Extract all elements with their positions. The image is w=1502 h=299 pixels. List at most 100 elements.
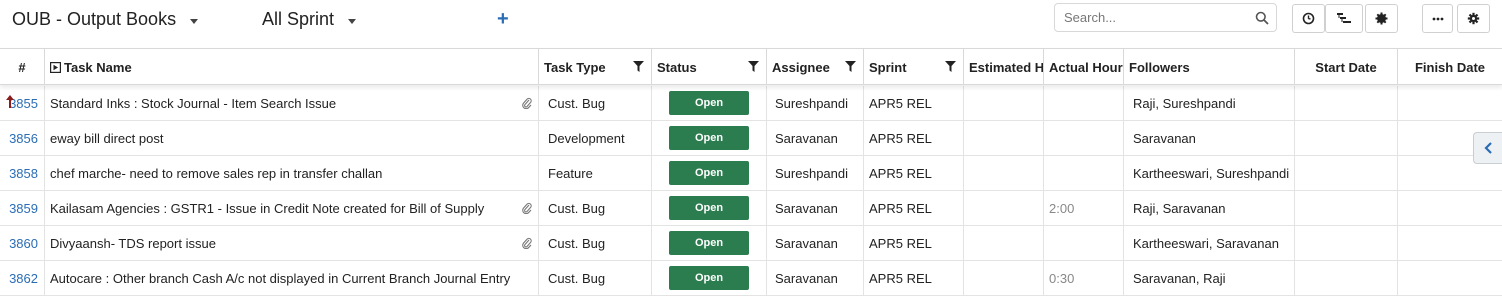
hierarchy-button[interactable] [1325, 4, 1363, 33]
column-header-task-type[interactable]: Task Type [539, 49, 652, 85]
status-cell[interactable]: Open [652, 191, 767, 225]
estimated-hours-cell[interactable] [964, 261, 1044, 295]
status-cell[interactable]: Open [652, 261, 767, 295]
task-id-link[interactable]: 3856 [9, 131, 38, 146]
start-date-cell[interactable] [1295, 86, 1398, 120]
assignee-cell[interactable]: Saravanan [767, 121, 864, 155]
assignee-cell[interactable]: Sureshpandi [767, 156, 864, 190]
sprint-cell[interactable]: APR5 REL [864, 191, 964, 225]
task-name[interactable]: Kailasam Agencies : GSTR1 - Issue in Cre… [50, 201, 484, 216]
paperclip-icon[interactable] [522, 202, 532, 214]
sprint-selector[interactable]: All Sprint [262, 9, 357, 30]
finish-date-cell[interactable] [1398, 191, 1502, 225]
finish-date-cell[interactable] [1398, 86, 1502, 120]
more-button[interactable] [1422, 4, 1453, 33]
task-name[interactable]: Autocare : Other branch Cash A/c not dis… [50, 271, 510, 286]
actual-hours-cell[interactable]: 2:00 [1044, 191, 1124, 225]
estimated-hours-cell[interactable] [964, 86, 1044, 120]
status-cell[interactable]: Open [652, 156, 767, 190]
actual-hours-cell[interactable] [1044, 226, 1124, 260]
task-id-link[interactable]: 3859 [9, 201, 38, 216]
table-row[interactable]: 3856 eway bill direct post Development O… [0, 121, 1502, 156]
followers-cell[interactable]: Raji, Sureshpandi [1124, 86, 1295, 120]
actual-hours-cell[interactable] [1044, 86, 1124, 120]
task-id-cell[interactable]: 3860 [0, 226, 45, 260]
sprint-cell[interactable]: APR5 REL [864, 261, 964, 295]
task-id-cell[interactable]: 3856 [0, 121, 45, 155]
task-name-cell[interactable]: chef marche- need to remove sales rep in… [45, 156, 539, 190]
paperclip-icon[interactable] [522, 97, 532, 109]
task-type-cell[interactable]: Cust. Bug [539, 226, 652, 260]
actual-hours-cell[interactable]: 0:30 [1044, 261, 1124, 295]
assignee-cell[interactable]: Saravanan [767, 226, 864, 260]
table-row[interactable]: 3855 Standard Inks : Stock Journal - Ite… [0, 86, 1502, 121]
task-name[interactable]: eway bill direct post [50, 131, 163, 146]
column-header-sprint[interactable]: Sprint [864, 49, 964, 85]
column-header-task-name[interactable]: Task Name [45, 49, 539, 85]
status-badge[interactable]: Open [669, 161, 749, 185]
table-row[interactable]: 3862 Autocare : Other branch Cash A/c no… [0, 261, 1502, 296]
status-cell[interactable]: Open [652, 226, 767, 260]
task-id-link[interactable]: 3862 [9, 271, 38, 286]
start-date-cell[interactable] [1295, 191, 1398, 225]
status-badge[interactable]: Open [669, 126, 749, 150]
search-icon[interactable] [1255, 11, 1269, 25]
column-header-estimated-hours[interactable]: Estimated H [964, 49, 1044, 85]
status-cell[interactable]: Open [652, 86, 767, 120]
followers-cell[interactable]: Kartheeswari, Saravanan [1124, 226, 1295, 260]
task-id-cell[interactable]: 3859 [0, 191, 45, 225]
followers-cell[interactable]: Saravanan [1124, 121, 1295, 155]
sprint-cell[interactable]: APR5 REL [864, 121, 964, 155]
status-badge[interactable]: Open [669, 266, 749, 290]
history-button[interactable] [1292, 4, 1325, 33]
status-cell[interactable]: Open [652, 121, 767, 155]
followers-cell[interactable]: Saravanan, Raji [1124, 261, 1295, 295]
task-name[interactable]: Standard Inks : Stock Journal - Item Sea… [50, 96, 336, 111]
assignee-cell[interactable]: Saravanan [767, 191, 864, 225]
table-row[interactable]: 3859 Kailasam Agencies : GSTR1 - Issue i… [0, 191, 1502, 226]
actual-hours-cell[interactable] [1044, 121, 1124, 155]
status-badge[interactable]: Open [669, 196, 749, 220]
sprint-cell[interactable]: APR5 REL [864, 86, 964, 120]
search-input[interactable] [1055, 4, 1245, 31]
task-type-cell[interactable]: Cust. Bug [539, 86, 652, 120]
task-name-cell[interactable]: Divyaansh- TDS report issue [45, 226, 539, 260]
sprint-cell[interactable]: APR5 REL [864, 226, 964, 260]
actual-hours-cell[interactable] [1044, 156, 1124, 190]
task-type-cell[interactable]: Feature [539, 156, 652, 190]
table-row[interactable]: 3860 Divyaansh- TDS report issue Cust. B… [0, 226, 1502, 261]
estimated-hours-cell[interactable] [964, 121, 1044, 155]
task-type-cell[interactable]: Cust. Bug [539, 191, 652, 225]
finish-date-cell[interactable] [1398, 226, 1502, 260]
paperclip-icon[interactable] [522, 237, 532, 249]
task-name-cell[interactable]: Kailasam Agencies : GSTR1 - Issue in Cre… [45, 191, 539, 225]
column-header-status[interactable]: Status [652, 49, 767, 85]
task-id-link[interactable]: 3858 [9, 166, 38, 181]
add-task-button[interactable]: + [497, 9, 509, 29]
filter-icon[interactable] [748, 61, 759, 72]
task-id-link[interactable]: 3860 [9, 236, 38, 251]
filter-icon[interactable] [633, 61, 644, 72]
sprint-cell[interactable]: APR5 REL [864, 156, 964, 190]
start-date-cell[interactable] [1295, 261, 1398, 295]
settings-gear-button[interactable] [1365, 4, 1398, 33]
start-date-cell[interactable] [1295, 121, 1398, 155]
assignee-cell[interactable]: Sureshpandi [767, 86, 864, 120]
task-name-cell[interactable]: Standard Inks : Stock Journal - Item Sea… [45, 86, 539, 120]
estimated-hours-cell[interactable] [964, 156, 1044, 190]
status-badge[interactable]: Open [669, 91, 749, 115]
column-header-followers[interactable]: Followers [1124, 49, 1295, 85]
column-header-start-date[interactable]: Start Date [1295, 49, 1398, 85]
column-header-finish-date[interactable]: Finish Date [1398, 49, 1502, 85]
estimated-hours-cell[interactable] [964, 226, 1044, 260]
estimated-hours-cell[interactable] [964, 191, 1044, 225]
config-button[interactable] [1457, 4, 1490, 33]
followers-cell[interactable]: Kartheeswari, Sureshpandi [1124, 156, 1295, 190]
filter-icon[interactable] [945, 61, 956, 72]
expand-icon[interactable] [50, 61, 61, 73]
task-type-cell[interactable]: Development [539, 121, 652, 155]
status-badge[interactable]: Open [669, 231, 749, 255]
followers-cell[interactable]: Raji, Saravanan [1124, 191, 1295, 225]
column-header-assignee[interactable]: Assignee [767, 49, 864, 85]
filter-icon[interactable] [845, 61, 856, 72]
